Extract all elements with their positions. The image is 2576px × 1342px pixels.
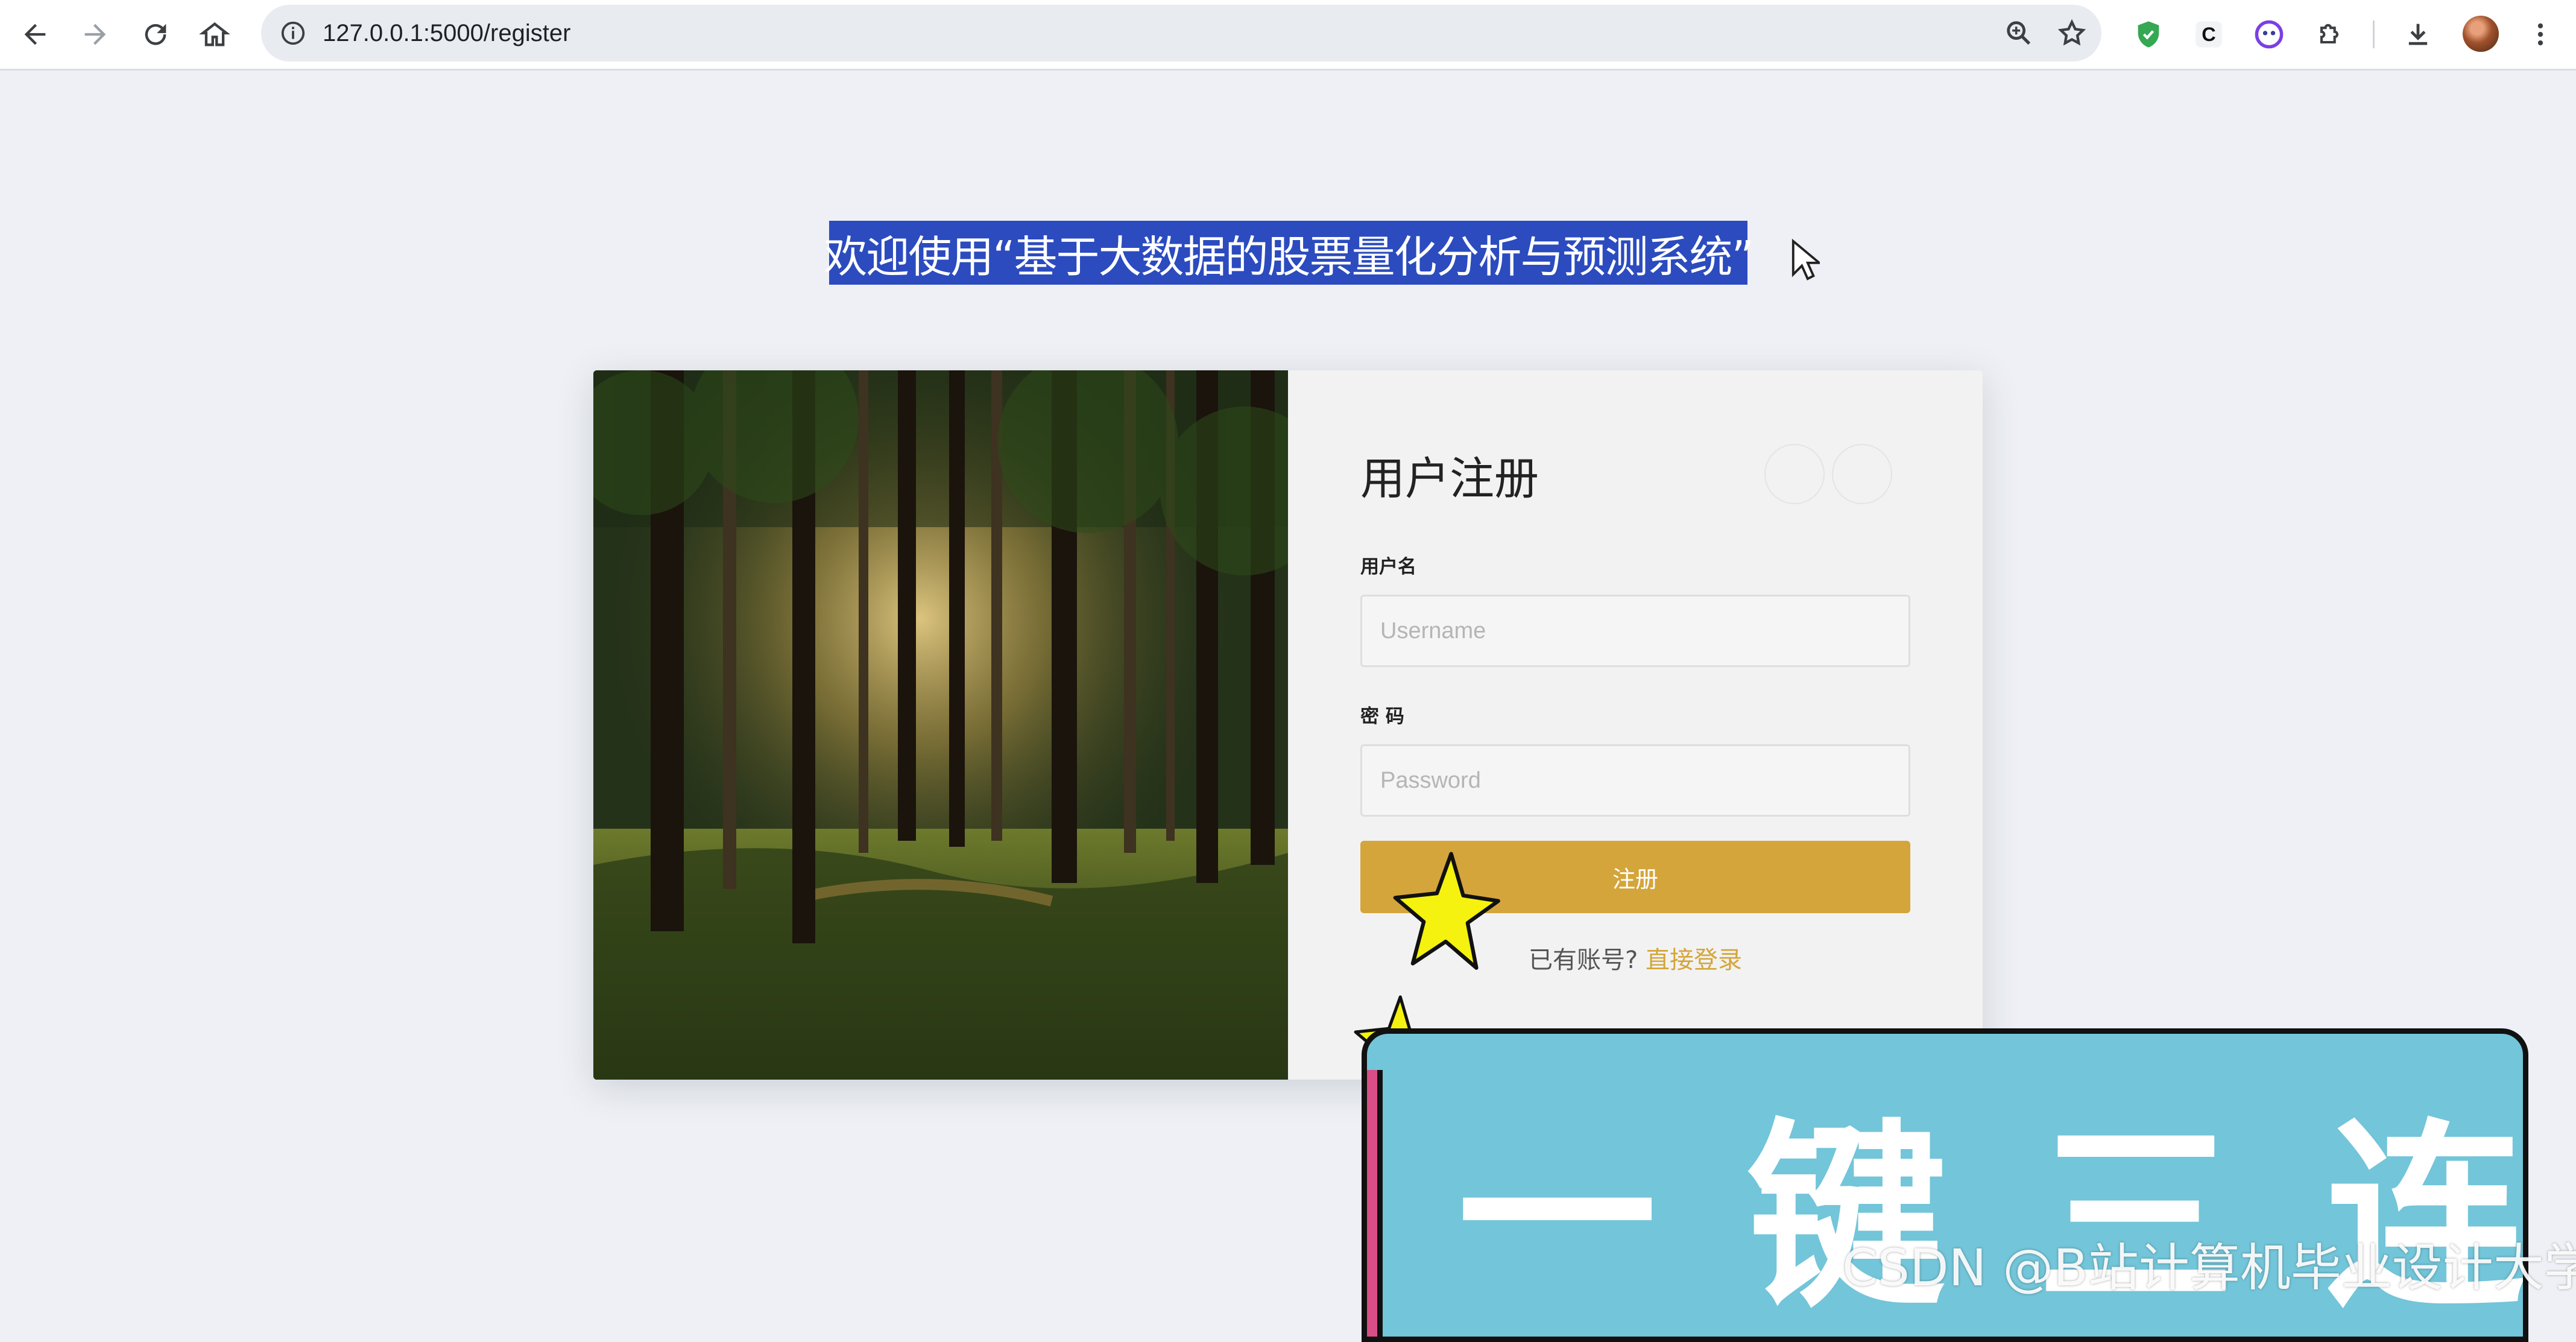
face-extension-icon[interactable]: [2246, 11, 2292, 57]
form-title: 用户注册: [1360, 453, 1539, 505]
password-label: 密 码: [1360, 706, 1404, 727]
address-bar[interactable]: 127.0.0.1:5000/register: [261, 5, 2101, 62]
zoom-icon[interactable]: [1996, 10, 2042, 56]
password-input[interactable]: [1360, 744, 1910, 817]
profile-avatar[interactable]: [2463, 16, 2499, 52]
star-sticker-icon: [1393, 852, 1500, 970]
login-prompt-text: 已有账号?: [1529, 946, 1638, 974]
back-icon[interactable]: [12, 11, 58, 57]
toolbar-separator: [2373, 21, 2375, 48]
page-headline: 欢迎使用“基于大数据的股票量化分析与预测系统”: [824, 221, 1754, 285]
forest-image: [593, 370, 1288, 1080]
reload-icon[interactable]: [133, 11, 178, 57]
mouse-cursor-icon: [1792, 238, 1820, 280]
username-input[interactable]: [1360, 595, 1910, 667]
username-label: 用户名: [1360, 556, 1416, 578]
watermark-text: CSDN @B站计算机毕业设计大学: [1842, 1238, 2576, 1297]
register-card: 用户注册 用户名 密 码 注册 已有账号? 直接登录: [593, 370, 1983, 1080]
register-form: 用户注册 用户名 密 码 注册 已有账号? 直接登录: [1288, 370, 1983, 1080]
forward-icon[interactable]: [72, 11, 118, 57]
bookmark-star-icon[interactable]: [2049, 10, 2095, 56]
puzzle-extensions-icon[interactable]: [2306, 11, 2352, 57]
social-login-circle-icon[interactable]: [1764, 444, 1825, 504]
menu-icon[interactable]: [2518, 11, 2563, 57]
social-login-circle-icon[interactable]: [1832, 444, 1892, 504]
headline-text: 欢迎使用“基于大数据的股票量化分析与预测系统”: [824, 231, 1754, 282]
banner-accent-strip: [1367, 1070, 1383, 1337]
download-icon[interactable]: [2395, 11, 2441, 57]
shield-extension-icon[interactable]: [2126, 11, 2171, 57]
url-text[interactable]: 127.0.0.1:5000/register: [323, 5, 570, 62]
svg-text:C: C: [2202, 24, 2215, 45]
browser-toolbar: 127.0.0.1:5000/register C: [0, 0, 2576, 71]
site-info-icon[interactable]: [274, 14, 312, 52]
login-link[interactable]: 直接登录: [1646, 946, 1742, 974]
home-icon[interactable]: [192, 11, 238, 57]
c-extension-icon[interactable]: C: [2186, 11, 2232, 57]
